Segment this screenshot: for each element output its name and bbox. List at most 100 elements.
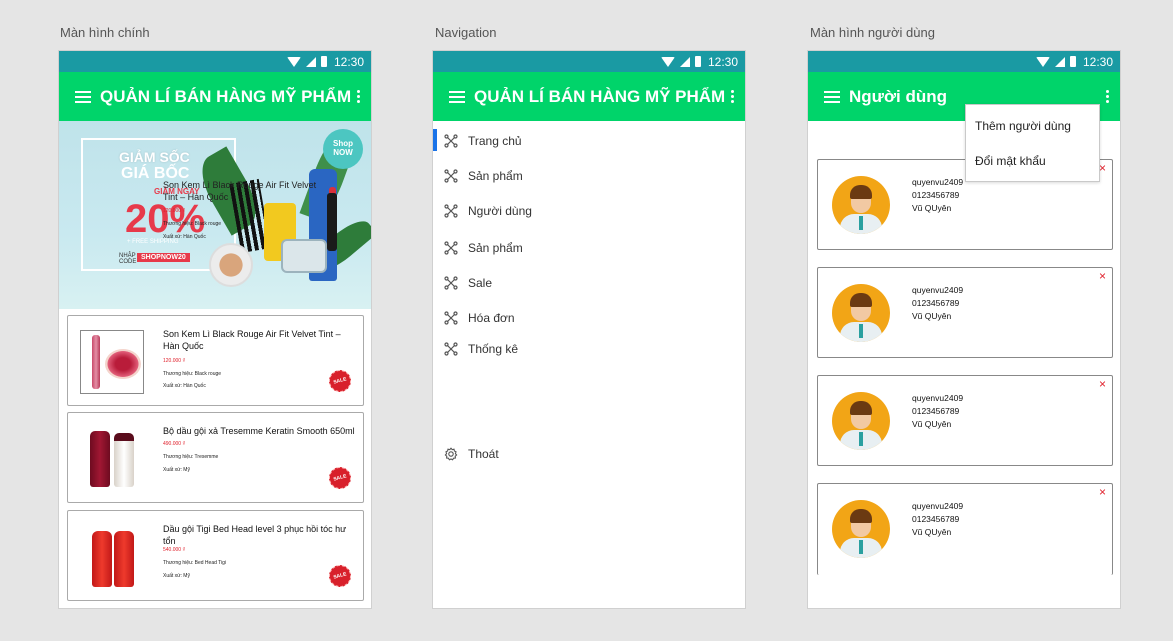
network-icon — [444, 276, 458, 290]
nav-item-sale[interactable]: Sale — [433, 269, 745, 297]
close-icon[interactable]: × — [1099, 270, 1106, 282]
nav-item-san-pham[interactable]: Sản phẩm — [433, 162, 745, 190]
shampoo-bottle — [90, 431, 110, 487]
nav-item-label: Hóa đơn — [468, 311, 515, 325]
banner-code-label: NHẬP CODE — [119, 253, 137, 265]
menu-item-add-user[interactable]: Thêm người dùng — [975, 119, 1071, 133]
hamburger-menu-icon[interactable] — [824, 90, 840, 103]
nav-item-thong-ke[interactable]: Thống kê — [433, 335, 745, 363]
user-fullname: Vũ QUyên — [912, 527, 952, 537]
hamburger-menu-icon[interactable] — [75, 90, 91, 103]
nav-item-label: Sản phẩm — [468, 241, 523, 255]
network-icon — [444, 134, 458, 148]
lip-tint-tube — [92, 335, 100, 389]
user-card[interactable]: × quyenvu2409 0123456789 Vũ QUyên — [817, 375, 1113, 466]
product-card[interactable]: Bộ dầu gội xả Tresemme Keratin Smooth 65… — [67, 412, 364, 503]
status-bar: 12:30 — [808, 51, 1120, 72]
options-menu: Thêm người dùng Đổi mật khẩu — [965, 104, 1100, 182]
nav-item-label: Sale — [468, 276, 493, 290]
network-icon — [444, 241, 458, 255]
network-icon — [444, 169, 458, 183]
user-username: quyenvu2409 — [912, 177, 964, 187]
nav-item-nguoi-dung[interactable]: Người dùng — [433, 197, 745, 225]
close-icon[interactable]: × — [1099, 162, 1106, 174]
avatar — [832, 500, 890, 558]
user-card[interactable]: × quyenvu2409 0123456789 Vũ QUyên — [817, 267, 1113, 358]
network-icon — [444, 311, 458, 325]
close-icon[interactable]: × — [1099, 378, 1106, 390]
sale-badge: SALE — [326, 367, 354, 395]
sale-badge: SALE — [326, 464, 354, 492]
status-time: 12:30 — [707, 54, 738, 69]
user-phone: 0123456789 — [912, 190, 960, 200]
product-brand: Thương hiệu: Bed Head Tigi — [163, 560, 227, 566]
bed-head-bottle — [114, 531, 134, 587]
nav-item-trang-chu[interactable]: Trang chủ — [433, 127, 745, 155]
user-phone: 0123456789 — [912, 514, 960, 524]
user-screen: 12:30 Người dùng Thêm người dùng Đổi mật… — [807, 50, 1121, 609]
network-icon — [444, 204, 458, 218]
user-phone: 0123456789 — [912, 298, 960, 308]
nav-item-logout[interactable]: Thoát — [433, 440, 745, 468]
avatar — [832, 392, 890, 450]
more-options-icon[interactable] — [357, 90, 361, 103]
banner-overlay-origin: Xuất xứ: Hàn Quốc — [163, 234, 206, 240]
app-title: QUẢN LÍ BÁN HÀNG MỸ PHẨM — [474, 86, 726, 106]
product-image — [80, 330, 144, 394]
user-fullname: Vũ QUyên — [912, 311, 952, 321]
wifi-icon — [286, 56, 301, 67]
cream-jar-image — [281, 239, 327, 273]
app-title: QUẢN LÍ BÁN HÀNG MỸ PHẨM — [100, 86, 352, 106]
product-price: 540.000 ₫ — [163, 547, 186, 553]
shop-now-line2: NOW — [333, 148, 353, 157]
user-card[interactable]: × quyenvu2409 0123456789 Vũ QUyên — [817, 483, 1113, 575]
lips-swatch — [105, 349, 141, 379]
banner-headline: GIẢM SỐC — [119, 149, 190, 165]
nav-item-label: Người dùng — [468, 204, 532, 218]
product-name: Dầu gội Tigi Bed Head level 3 phục hồi t… — [163, 524, 347, 546]
product-origin: Xuất xứ: Hàn Quốc — [163, 383, 206, 389]
bed-head-bottle — [92, 531, 112, 587]
product-card[interactable]: Son Kem Lì Black Rouge Air Fit Velvet Ti… — [67, 315, 364, 406]
shop-now-badge[interactable]: Shop NOW — [323, 129, 363, 169]
battery-icon — [320, 56, 327, 67]
nav-item-label: Thống kê — [468, 342, 519, 356]
nav-item-san-pham-2[interactable]: Sản phẩm — [433, 234, 745, 262]
label-main-screen: Màn hình chính — [60, 25, 150, 40]
product-image — [80, 525, 144, 589]
product-price: 490.000 ₫ — [163, 441, 186, 447]
nav-item-label: Thoát — [468, 447, 499, 461]
navigation-drawer: Trang chủ Sản phẩm Người dùng Sản phẩm S… — [433, 121, 745, 461]
user-fullname: Vũ QUyên — [912, 203, 952, 213]
more-options-icon[interactable] — [731, 90, 735, 103]
product-price: 120.000 ₫ — [163, 358, 186, 364]
status-time: 12:30 — [333, 54, 364, 69]
app-bar: QUẢN LÍ BÁN HÀNG MỸ PHẨM — [433, 72, 745, 121]
signal-icon — [679, 56, 690, 67]
status-time: 12:30 — [1082, 54, 1113, 69]
nav-item-label: Trang chủ — [468, 134, 522, 148]
signal-icon — [1054, 56, 1065, 67]
lipstick-image — [327, 193, 337, 251]
product-card[interactable]: Dầu gội Tigi Bed Head level 3 phục hồi t… — [67, 510, 364, 601]
banner-overlay-name: Son Kem Lì Black Rouge Air Fit Velvet Ti… — [163, 180, 317, 202]
main-screen: 12:30 QUẢN LÍ BÁN HÀNG MỸ PHẨM GIẢM SỐC … — [58, 50, 372, 609]
product-image — [80, 427, 144, 491]
nav-item-hoa-don[interactable]: Hóa đơn — [433, 304, 745, 332]
banner-overlay-brand: Thương hiệu: Black rouge — [163, 221, 222, 227]
more-options-icon[interactable] — [1106, 90, 1110, 103]
product-brand: Thương hiệu: Tresemme — [163, 454, 219, 460]
gear-icon — [444, 447, 458, 461]
battery-icon — [694, 56, 701, 67]
user-phone: 0123456789 — [912, 406, 960, 416]
user-username: quyenvu2409 — [912, 285, 964, 295]
sale-badge: SALE — [326, 562, 354, 590]
close-icon[interactable]: × — [1099, 486, 1106, 498]
user-fullname: Vũ QUyên — [912, 419, 952, 429]
wifi-icon — [1035, 56, 1050, 67]
user-username: quyenvu2409 — [912, 501, 964, 511]
user-username: quyenvu2409 — [912, 393, 964, 403]
hamburger-menu-icon[interactable] — [449, 90, 465, 103]
promo-banner[interactable]: GIẢM SỐC GIÁ BỐC GIẢM NGAY 20% + FREE SH… — [59, 121, 371, 309]
menu-item-change-password[interactable]: Đổi mật khẩu — [975, 154, 1046, 168]
